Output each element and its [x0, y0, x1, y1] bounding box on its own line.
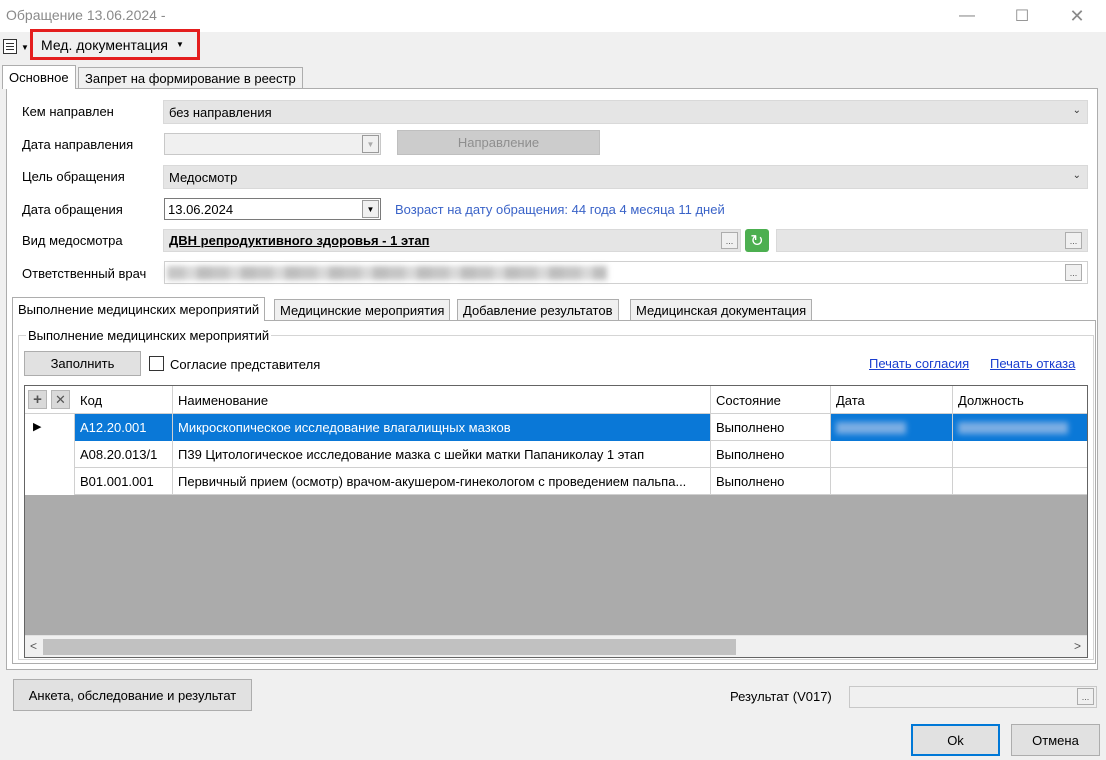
chevron-down-icon: ▼ — [175, 40, 184, 49]
calendar-dropdown-icon[interactable]: ▼ — [362, 135, 379, 153]
table-row[interactable]: B01.001.001 Первичный прием (осмотр) вра… — [25, 468, 1087, 495]
execution-group-title: Выполнение медицинских мероприятий — [26, 328, 272, 343]
cell-position[interactable] — [953, 468, 1087, 495]
cell-position[interactable] — [953, 414, 1087, 441]
age-text: Возраст на дату обращения: 44 года 4 мес… — [395, 202, 725, 217]
tab-add-results[interactable]: Добавление результатов — [457, 299, 619, 321]
cell-name[interactable]: Микроскопическое исследование влагалищны… — [173, 414, 711, 441]
document-icon[interactable] — [3, 39, 17, 54]
scrollbar-thumb[interactable] — [43, 639, 736, 655]
visit-date-label: Дата обращения — [22, 202, 123, 217]
exam-type-value: ДВН репродуктивного здоровья - 1 этап — [169, 233, 430, 248]
column-header-status[interactable]: Состояние — [711, 386, 831, 414]
row-header[interactable] — [25, 468, 75, 495]
cancel-button[interactable]: Отмена — [1011, 724, 1100, 756]
title-bar: Обращение 13.06.2024 - — ☐ ✕ — [0, 0, 1106, 32]
row-header[interactable]: ▶ — [25, 414, 75, 441]
add-icon[interactable]: + — [28, 390, 47, 409]
column-header-position[interactable]: Должность — [953, 386, 1087, 414]
doctor-field[interactable] — [164, 261, 1088, 284]
exam-extra-field[interactable] — [776, 229, 1088, 252]
referral-button[interactable]: Направление — [397, 130, 600, 155]
cell-status[interactable]: Выполнено — [711, 468, 831, 495]
grid-header: + ✕ Код Наименование Состояние Дата Долж… — [25, 386, 1087, 414]
cell-status[interactable]: Выполнено — [711, 441, 831, 468]
chevron-down-icon: ⌄ — [1072, 170, 1081, 181]
referral-date-label: Дата направления — [22, 137, 134, 152]
doctor-name-redacted — [167, 266, 607, 280]
cell-position[interactable] — [953, 441, 1087, 468]
exam-type-field[interactable]: ДВН репродуктивного здоровья - 1 этап — [163, 229, 741, 252]
minimize-button[interactable]: — — [944, 0, 990, 32]
ok-button[interactable]: Ok — [911, 724, 1000, 756]
cell-code[interactable]: B01.001.001 — [75, 468, 173, 495]
calendar-dropdown-icon[interactable]: ▼ — [362, 200, 379, 218]
current-row-marker-icon: ▶ — [33, 421, 42, 433]
cell-code[interactable]: A08.20.013/1 — [75, 441, 173, 468]
doctor-ellipsis-button[interactable]: ... — [1065, 264, 1082, 281]
table-row[interactable]: A08.20.013/1 П39 Цитологическое исследов… — [25, 441, 1087, 468]
cell-date[interactable] — [831, 414, 953, 441]
date-redacted — [836, 421, 906, 434]
refresh-icon[interactable]: ↻ — [745, 229, 769, 252]
purpose-select[interactable]: Медосмотр ⌄ — [163, 165, 1088, 189]
cell-date[interactable] — [831, 468, 953, 495]
med-docs-menu-label: Мед. документация — [41, 36, 168, 53]
result-label: Результат (V017) — [730, 689, 832, 704]
cell-name[interactable]: П39 Цитологическое исследование мазка с … — [173, 441, 711, 468]
horizontal-scrollbar[interactable]: < > — [25, 635, 1087, 657]
column-header-code[interactable]: Код — [75, 386, 173, 414]
result-ellipsis-button[interactable]: ... — [1077, 688, 1094, 705]
window-title: Обращение 13.06.2024 - — [6, 7, 166, 23]
tab-med-events[interactable]: Медицинские мероприятия — [274, 299, 451, 321]
fill-button[interactable]: Заполнить — [24, 351, 141, 376]
scroll-left-icon[interactable]: < — [30, 639, 37, 653]
close-button[interactable]: ✕ — [1054, 0, 1100, 32]
chevron-down-icon[interactable]: ▼ — [21, 43, 29, 52]
referred-by-label: Кем направлен — [22, 104, 114, 119]
tab-registry-ban[interactable]: Запрет на формирование в реестр — [78, 67, 303, 89]
referred-by-select[interactable]: без направления ⌄ — [163, 100, 1088, 124]
exam-type-ellipsis-button[interactable]: ... — [721, 232, 738, 249]
purpose-label: Цель обращения — [22, 169, 125, 184]
print-consent-link[interactable]: Печать согласия — [869, 356, 969, 371]
cell-name[interactable]: Первичный прием (осмотр) врачом-акушером… — [173, 468, 711, 495]
cell-date[interactable] — [831, 441, 953, 468]
exam-extra-ellipsis-button[interactable]: ... — [1065, 232, 1082, 249]
visit-date-field[interactable]: 13.06.2024 ▼ — [164, 198, 381, 220]
scroll-right-icon[interactable]: > — [1074, 639, 1081, 653]
events-grid: + ✕ Код Наименование Состояние Дата Долж… — [24, 385, 1088, 658]
tab-execution[interactable]: Выполнение медицинских мероприятий — [12, 297, 266, 321]
result-field[interactable]: ... — [849, 686, 1097, 708]
column-header-date[interactable]: Дата — [831, 386, 953, 414]
table-row[interactable]: ▶ A12.20.001 Микроскопическое исследован… — [25, 414, 1087, 441]
cell-status[interactable]: Выполнено — [711, 414, 831, 441]
position-redacted — [958, 421, 1068, 434]
print-refusal-link[interactable]: Печать отказа — [990, 356, 1075, 371]
cell-code[interactable]: A12.20.001 — [75, 414, 173, 441]
tab-main[interactable]: Основное — [2, 65, 76, 89]
chevron-down-icon: ⌄ — [1072, 105, 1081, 116]
referred-by-value: без направления — [169, 104, 272, 120]
exam-type-label: Вид медосмотра — [22, 233, 123, 248]
consent-checkbox[interactable] — [149, 356, 164, 371]
survey-results-button[interactable]: Анкета, обследование и результат — [13, 679, 252, 711]
purpose-value: Медосмотр — [169, 169, 238, 185]
referral-date-field[interactable]: ▼ — [164, 133, 381, 155]
column-header-name[interactable]: Наименование — [173, 386, 711, 414]
delete-icon[interactable]: ✕ — [51, 390, 70, 409]
med-docs-menu[interactable]: Мед. документация ▼ — [30, 29, 200, 60]
maximize-button[interactable]: ☐ — [999, 0, 1045, 32]
doctor-label: Ответственный врач — [22, 266, 147, 281]
tab-med-documentation[interactable]: Медицинская документация — [630, 299, 813, 321]
consent-label: Согласие представителя — [170, 357, 321, 372]
row-header[interactable] — [25, 441, 75, 468]
visit-date-value: 13.06.2024 — [168, 201, 234, 217]
